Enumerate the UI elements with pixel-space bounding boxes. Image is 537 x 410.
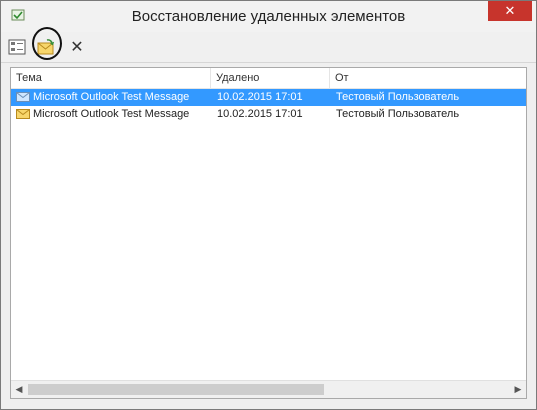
list-row[interactable]: Microsoft Outlook Test Message 10.02.201… xyxy=(11,106,526,123)
view-details-button[interactable] xyxy=(5,36,29,58)
message-icon xyxy=(16,109,30,119)
deleted-items-list[interactable]: Тема Удалено От Microsoft Outlook Test M… xyxy=(10,67,527,399)
row-subject: Microsoft Outlook Test Message xyxy=(33,108,190,120)
row-deleted-date: 10.02.2015 17:01 xyxy=(217,91,303,103)
row-subject: Microsoft Outlook Test Message xyxy=(33,91,190,103)
recover-deleted-items-window: Восстановление удаленных элементов ✕ ✕ Т… xyxy=(0,0,537,410)
scrollbar-thumb[interactable] xyxy=(28,384,324,395)
window-title: Восстановление удаленных элементов xyxy=(131,8,406,25)
column-header-deleted[interactable]: Удалено xyxy=(211,68,330,88)
close-button[interactable]: ✕ xyxy=(488,1,532,21)
list-row[interactable]: Microsoft Outlook Test Message 10.02.201… xyxy=(11,89,526,106)
scroll-left-icon[interactable]: ◀ xyxy=(11,381,27,398)
list-header: Тема Удалено От xyxy=(11,68,526,89)
highlight-circle-annotation xyxy=(32,27,62,60)
column-header-subject[interactable]: Тема xyxy=(11,68,211,88)
scroll-right-icon[interactable]: ▶ xyxy=(510,381,526,398)
row-deleted-date: 10.02.2015 17:01 xyxy=(217,108,303,120)
purge-delete-button[interactable]: ✕ xyxy=(65,36,89,58)
column-header-from[interactable]: От xyxy=(330,68,526,88)
row-from: Тестовый Пользователь xyxy=(336,91,460,103)
view-details-icon xyxy=(8,39,26,55)
row-from: Тестовый Пользователь xyxy=(336,108,460,120)
horizontal-scrollbar[interactable]: ◀ ▶ xyxy=(11,380,526,398)
message-icon xyxy=(16,92,30,102)
toolbar: ✕ xyxy=(1,27,536,63)
title-bar: Восстановление удаленных элементов ✕ xyxy=(1,1,536,32)
